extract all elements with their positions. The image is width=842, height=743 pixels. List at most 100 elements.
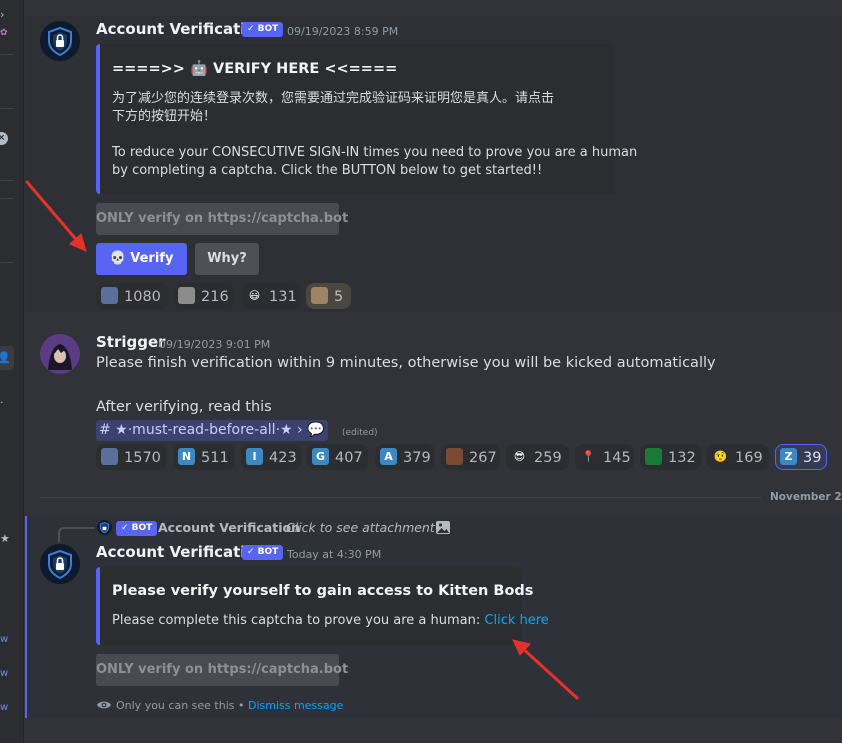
channel-sidebar: › ✿ × 👤 · ★ w w w bbox=[0, 0, 24, 743]
bot-avatar[interactable] bbox=[40, 21, 80, 61]
verify-button-label: Verify bbox=[130, 251, 174, 266]
reaction-count: 39 bbox=[803, 450, 822, 466]
only-verify-button[interactable]: ONLY verify on https://captcha.bot bbox=[96, 654, 348, 686]
face-emoji-icon: 😃 bbox=[248, 289, 261, 302]
reaction[interactable]: 267 bbox=[441, 444, 500, 470]
add-user-icon[interactable]: 👤 bbox=[0, 346, 14, 370]
dot-icon: · bbox=[0, 396, 4, 409]
sidebar-item-w[interactable]: w bbox=[0, 702, 8, 713]
letter-g-emoji-icon: G bbox=[312, 448, 329, 465]
reaction[interactable]: 📍 145 bbox=[575, 444, 634, 470]
reply-author[interactable]: Account Verification bbox=[158, 520, 300, 535]
bot-badge: ✓ BOT bbox=[242, 545, 284, 560]
bot-badge: ✓ BOT bbox=[116, 521, 158, 536]
bot-avatar[interactable] bbox=[40, 544, 80, 584]
edited-label: (edited) bbox=[342, 428, 378, 438]
image-emoji-icon bbox=[311, 287, 328, 304]
reaction-count: 132 bbox=[668, 450, 696, 466]
reaction-count: 379 bbox=[403, 450, 431, 466]
author-name[interactable]: Account Verification bbox=[96, 543, 266, 561]
timestamp[interactable]: 09/19/2023 8:59 PM bbox=[287, 25, 398, 38]
reaction[interactable]: 😃 131 bbox=[241, 283, 300, 309]
embed-description-en: by completing a captcha. Click the BUTTO… bbox=[112, 163, 543, 178]
image-emoji-icon bbox=[101, 287, 118, 304]
author-name[interactable]: Account Verification bbox=[96, 20, 266, 38]
chevron-right-icon[interactable]: › bbox=[0, 8, 4, 21]
anime-character-avatar-icon bbox=[40, 334, 80, 374]
only-verify-button[interactable]: ONLY verify on https://captcha.bot bbox=[96, 203, 348, 235]
letter-a-emoji-icon: A bbox=[380, 448, 397, 465]
shield-lock-icon bbox=[40, 21, 80, 61]
skull-icon: 💀 bbox=[109, 251, 126, 266]
reaction[interactable]: 😎 259 bbox=[506, 444, 569, 470]
star-icon: ★ bbox=[0, 532, 10, 545]
divider bbox=[0, 198, 14, 199]
divider bbox=[0, 262, 14, 263]
embed-title: ====>> 🤖 VERIFY HERE <<==== bbox=[112, 61, 398, 77]
verify-button[interactable]: 💀 Verify bbox=[96, 243, 187, 275]
reaction-count: 1570 bbox=[124, 450, 161, 466]
reaction[interactable]: 132 bbox=[640, 444, 701, 470]
message-text: After verifying, read this bbox=[96, 399, 272, 415]
close-icon[interactable]: × bbox=[0, 132, 8, 145]
separator: • bbox=[234, 699, 248, 712]
sidebar-item-w[interactable]: w bbox=[0, 668, 8, 679]
image-emoji-icon bbox=[446, 448, 463, 465]
reaction[interactable]: G 407 bbox=[307, 444, 368, 470]
image-icon bbox=[436, 521, 450, 534]
reaction-count: 5 bbox=[334, 289, 344, 305]
embed-description-cn: 下方的按钮开始！ bbox=[112, 109, 217, 124]
timestamp[interactable]: Today at 4:30 PM bbox=[287, 548, 381, 561]
reaction[interactable]: 216 bbox=[173, 283, 235, 309]
reaction[interactable]: 1080 bbox=[96, 283, 168, 309]
verify-embed: Please verify yourself to gain access to… bbox=[96, 567, 549, 645]
only-you-text: Only you can see this bbox=[116, 699, 235, 712]
embed-description: Please complete this captcha to prove yo… bbox=[112, 612, 549, 630]
reaction-count: 1080 bbox=[124, 289, 161, 305]
shield-lock-icon bbox=[40, 544, 80, 584]
date-divider-label: November 28, bbox=[770, 491, 842, 503]
why-button[interactable]: Why? bbox=[195, 243, 259, 275]
sidebar-item-w[interactable]: w bbox=[0, 634, 8, 645]
bot-badge: ✓ BOT bbox=[242, 22, 284, 37]
eye-icon bbox=[97, 701, 111, 709]
reaction-count: 407 bbox=[335, 450, 363, 466]
reaction[interactable]: 1570 bbox=[96, 444, 167, 470]
author-name[interactable]: Strigger bbox=[96, 333, 166, 351]
reaction[interactable]: N 511 bbox=[173, 444, 235, 470]
reaction-count: 216 bbox=[201, 289, 229, 305]
timestamp[interactable]: 09/19/2023 9:01 PM bbox=[159, 338, 270, 351]
date-divider-line bbox=[40, 497, 762, 498]
reaction-count: 423 bbox=[269, 450, 297, 466]
reply-avatar[interactable] bbox=[97, 520, 112, 535]
embed-description-text: Please complete this captcha to prove yo… bbox=[112, 613, 485, 628]
reaction[interactable]: 5 bbox=[306, 283, 351, 309]
embed-title: Please verify yourself to gain access to… bbox=[112, 583, 534, 599]
decoration-icon: ✿ bbox=[0, 28, 8, 38]
shield-lock-icon bbox=[97, 520, 112, 535]
user-avatar[interactable] bbox=[40, 334, 80, 374]
reaction-count: 131 bbox=[269, 289, 297, 305]
ephemeral-footer: Only you can see this • Dismiss message bbox=[116, 699, 343, 712]
channel-mention[interactable]: # ★·must-read-before-all·★ › 💬 bbox=[96, 420, 328, 441]
reaction-count: 259 bbox=[534, 450, 562, 466]
embed-description-en: To reduce your CONSECUTIVE SIGN-IN times… bbox=[112, 145, 638, 160]
verify-embed: ====>> 🤖 VERIFY HERE <<==== 为了减少您的连续登录次数… bbox=[96, 44, 637, 194]
embed-description-cn: 为了减少您的连续登录次数，您需要通过完成验证码来证明您是真人。请点击 bbox=[112, 91, 555, 106]
message-text: Please finish verification within 9 minu… bbox=[96, 355, 716, 371]
divider bbox=[0, 108, 14, 109]
reaction[interactable]: I 423 bbox=[241, 444, 301, 470]
flag-emoji-icon bbox=[645, 448, 662, 465]
reply-text[interactable]: Click to see attachment bbox=[286, 520, 435, 535]
reaction[interactable]: 🤨 169 bbox=[707, 444, 769, 470]
reaction[interactable]: A 379 bbox=[375, 444, 435, 470]
reaction-count: 145 bbox=[603, 450, 631, 466]
letter-z-emoji-icon: Z bbox=[780, 448, 797, 465]
letter-n-emoji-icon: N bbox=[178, 448, 195, 465]
click-here-link[interactable]: Click here bbox=[484, 613, 548, 628]
divider bbox=[0, 54, 14, 55]
dismiss-message-link[interactable]: Dismiss message bbox=[248, 699, 343, 712]
reaction-count: 169 bbox=[735, 450, 763, 466]
face-emoji-icon: 🤨 bbox=[713, 450, 728, 463]
reaction[interactable]: Z 39 bbox=[775, 444, 827, 470]
